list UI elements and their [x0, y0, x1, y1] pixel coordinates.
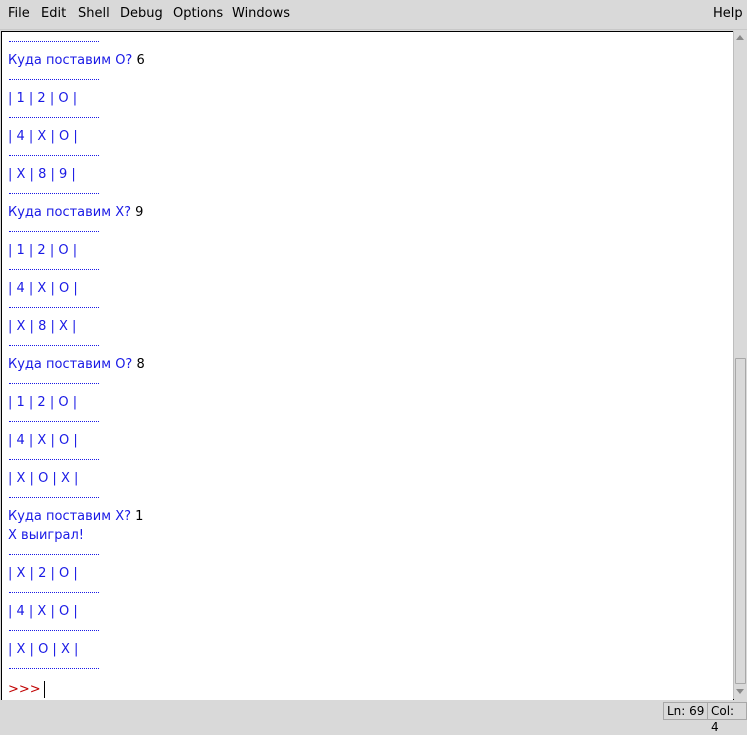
separator-line [8, 184, 145, 203]
menu-file[interactable]: File [8, 6, 30, 21]
user-answer: 8 [136, 357, 145, 372]
text-cursor [43, 681, 45, 698]
board-row: | 1 | 2 | O | [8, 395, 78, 410]
user-answer: 1 [135, 509, 144, 524]
user-answer: 9 [135, 205, 144, 220]
vertical-scrollbar[interactable] [733, 31, 747, 699]
board-row: | X | 8 | 9 | [8, 167, 76, 182]
separator-line [8, 260, 145, 279]
scroll-up-arrow-icon[interactable] [734, 31, 747, 45]
board-row: | 1 | 2 | O | [8, 243, 78, 258]
menu-debug[interactable]: Debug [120, 6, 163, 21]
separator-line [8, 450, 145, 469]
board-row: | 4 | X | O | [8, 604, 78, 619]
menu-options[interactable]: Options [173, 6, 223, 21]
user-answer: 6 [136, 53, 145, 68]
board-row: | 4 | X | O | [8, 129, 78, 144]
menu-bar: File Edit Shell Debug Options Windows He… [0, 0, 747, 30]
separator-line [8, 621, 145, 640]
column-indicator: Col: 4 [707, 702, 747, 734]
separator-line [8, 108, 145, 127]
input-prompt-line: Куда поставим X? 9 [8, 203, 145, 222]
board-row: | X | O | X | [8, 642, 79, 657]
separator-line [8, 222, 145, 241]
separator-line [8, 374, 145, 393]
separator-line [8, 659, 145, 678]
separator-line [8, 545, 145, 564]
board-row: | 4 | X | O | [8, 281, 78, 296]
separator-line [8, 336, 145, 355]
input-question: Куда поставим X? [8, 205, 136, 220]
input-question: Куда поставим O? [8, 357, 137, 372]
menu-windows[interactable]: Windows [232, 6, 290, 21]
board-row: | X | O | X | [8, 471, 79, 486]
result-message: X выиграл! [8, 528, 84, 543]
input-prompt-line: Куда поставим O? 6 [8, 51, 145, 70]
input-question: Куда поставим O? [8, 53, 137, 68]
board-row: | X | 8 | X | [8, 319, 77, 334]
menu-edit[interactable]: Edit [41, 6, 66, 21]
menu-help[interactable]: Help [713, 6, 743, 21]
separator-line [8, 70, 145, 89]
input-prompt-line: Куда поставим X? 1 [8, 507, 145, 526]
input-question: Куда поставим X? [8, 509, 136, 524]
line-indicator: Ln: 69 [663, 702, 709, 720]
board-row: | 1 | 2 | O | [8, 91, 78, 106]
shell-text-area[interactable]: Куда поставим O? 6 | 1 | 2 | O | | 4 | X… [1, 31, 734, 701]
shell-prompt-line[interactable]: >>> [8, 680, 45, 699]
input-prompt-line: Куда поставим O? 8 [8, 355, 145, 374]
separator-line [8, 298, 145, 317]
menu-shell[interactable]: Shell [78, 6, 110, 21]
separator-line [8, 146, 145, 165]
board-row: | 4 | X | O | [8, 433, 78, 448]
board-row: | X | 2 | O | [8, 566, 78, 581]
separator-line [8, 412, 145, 431]
scrollbar-thumb[interactable] [735, 358, 746, 684]
status-bar: Ln: 69 Col: 4 [0, 700, 747, 734]
separator-line [8, 583, 145, 602]
separator-line [8, 32, 145, 51]
separator-line [8, 488, 145, 507]
shell-prompt: >>> [8, 682, 41, 697]
scroll-down-arrow-icon[interactable] [734, 685, 747, 699]
